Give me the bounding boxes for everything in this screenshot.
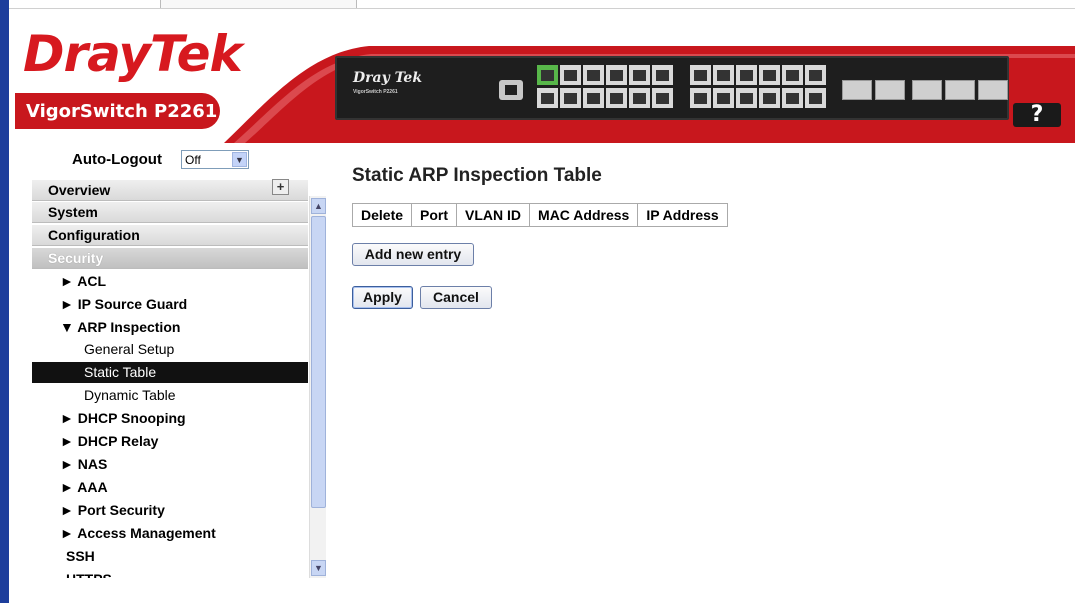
sidebar-item-access-management[interactable]: ► Access Management — [32, 523, 308, 544]
port-23[interactable] — [805, 65, 826, 85]
port-21[interactable] — [782, 65, 803, 85]
sidebar-item-aaa[interactable]: ► AAA — [32, 477, 308, 498]
add-new-entry-button[interactable]: Add new entry — [352, 243, 474, 266]
page-title: Static ARP Inspection Table — [352, 165, 602, 186]
port-11[interactable] — [652, 65, 673, 85]
sidebar-item-general-setup[interactable]: General Setup — [32, 339, 308, 360]
sidebar-item-port-security[interactable]: ► Port Security — [32, 500, 308, 521]
port-13[interactable] — [690, 65, 711, 85]
sidebar-scrollbar[interactable]: ▲ ▼ — [309, 196, 326, 578]
sidebar-item-nas[interactable]: ► NAS — [32, 454, 308, 475]
col-ip-address: IP Address — [637, 203, 728, 227]
port-17[interactable] — [736, 65, 757, 85]
sidebar-item-label: Overview — [48, 182, 111, 198]
sidebar-item-security[interactable]: Security — [32, 248, 308, 269]
col-mac-address: MAC Address — [529, 203, 639, 227]
chevron-down-icon[interactable]: ▼ — [232, 152, 247, 167]
apply-button[interactable]: Apply — [352, 286, 413, 309]
sidebar-item-system[interactable]: System — [32, 202, 308, 223]
port-18[interactable] — [736, 88, 757, 108]
sidebar-item-https[interactable]: HTTPS — [32, 569, 308, 578]
port-2[interactable] — [537, 88, 558, 108]
sidebar-item-ssh[interactable]: SSH — [32, 546, 308, 567]
browser-tab — [160, 0, 357, 8]
port-19[interactable] — [759, 65, 780, 85]
col-delete: Delete — [351, 203, 413, 227]
plus-icon[interactable]: + — [272, 179, 289, 195]
sidebar-item-ip-source-guard[interactable]: ► IP Source Guard — [32, 294, 308, 315]
port-20[interactable] — [759, 88, 780, 108]
sfp-port[interactable] — [978, 80, 1008, 100]
port-15[interactable] — [713, 65, 734, 85]
port-group-1 — [537, 65, 673, 108]
port-5[interactable] — [583, 65, 604, 85]
port-6[interactable] — [583, 88, 604, 108]
sfp-port[interactable] — [945, 80, 975, 100]
port-4[interactable] — [560, 88, 581, 108]
sidebar-item-acl[interactable]: ► ACL — [32, 271, 308, 292]
port-group-2 — [690, 65, 826, 108]
browser-top-strip — [0, 0, 1075, 9]
scroll-down-icon[interactable]: ▼ — [311, 560, 326, 576]
sfp-group-1 — [842, 80, 905, 100]
sidebar-item-overview[interactable]: Overview + — [32, 179, 308, 201]
sidebar-nav: Overview + System Configuration Security… — [32, 178, 326, 578]
sidebar-item-dhcp-snooping[interactable]: ► DHCP Snooping — [32, 408, 308, 429]
port-24[interactable] — [805, 88, 826, 108]
model-name: VigorSwitch P2261 — [26, 101, 218, 122]
scrollbar-thumb[interactable] — [311, 216, 326, 508]
port-3[interactable] — [560, 65, 581, 85]
static-arp-table: Delete Port VLAN ID MAC Address IP Addre… — [351, 203, 728, 227]
col-port: Port — [411, 203, 458, 227]
port-10[interactable] — [629, 88, 650, 108]
sidebar-item-configuration[interactable]: Configuration — [32, 225, 308, 246]
cancel-button[interactable]: Cancel — [420, 286, 492, 309]
sfp-port[interactable] — [912, 80, 942, 100]
port-7[interactable] — [606, 65, 627, 85]
sidebar-item-arp-inspection[interactable]: ▼ ARP Inspection — [32, 317, 308, 338]
port-14[interactable] — [690, 88, 711, 108]
sidebar-item-dhcp-relay[interactable]: ► DHCP Relay — [32, 431, 308, 452]
device-model-text: VigorSwitch P2261 — [353, 89, 398, 95]
sidebar-item-dynamic-table[interactable]: Dynamic Table — [32, 385, 308, 406]
draytek-logo: DrayTek — [23, 25, 243, 83]
auto-logout-label: Auto-Logout — [72, 151, 162, 168]
auto-logout-value: Off — [185, 153, 201, 167]
sidebar-item-static-table[interactable]: Static Table — [32, 362, 308, 383]
window-left-border — [0, 0, 9, 603]
sfp-group-2 — [912, 80, 1008, 100]
col-vlan-id: VLAN ID — [456, 203, 531, 227]
device-logo: Dray Tek — [353, 70, 423, 86]
console-port — [499, 80, 523, 100]
port-9[interactable] — [629, 65, 650, 85]
port-1[interactable] — [537, 65, 558, 85]
port-12[interactable] — [652, 88, 673, 108]
switch-front-panel: Dray Tek VigorSwitch P2261 — [335, 56, 1009, 120]
sfp-port[interactable] — [875, 80, 905, 100]
auto-logout-select[interactable]: Off ▼ — [181, 150, 249, 169]
port-22[interactable] — [782, 88, 803, 108]
sfp-port[interactable] — [842, 80, 872, 100]
help-button[interactable]: ? — [1013, 103, 1061, 127]
table-header-row: Delete Port VLAN ID MAC Address IP Addre… — [351, 203, 728, 227]
scroll-up-icon[interactable]: ▲ — [311, 198, 326, 214]
port-8[interactable] — [606, 88, 627, 108]
port-16[interactable] — [713, 88, 734, 108]
